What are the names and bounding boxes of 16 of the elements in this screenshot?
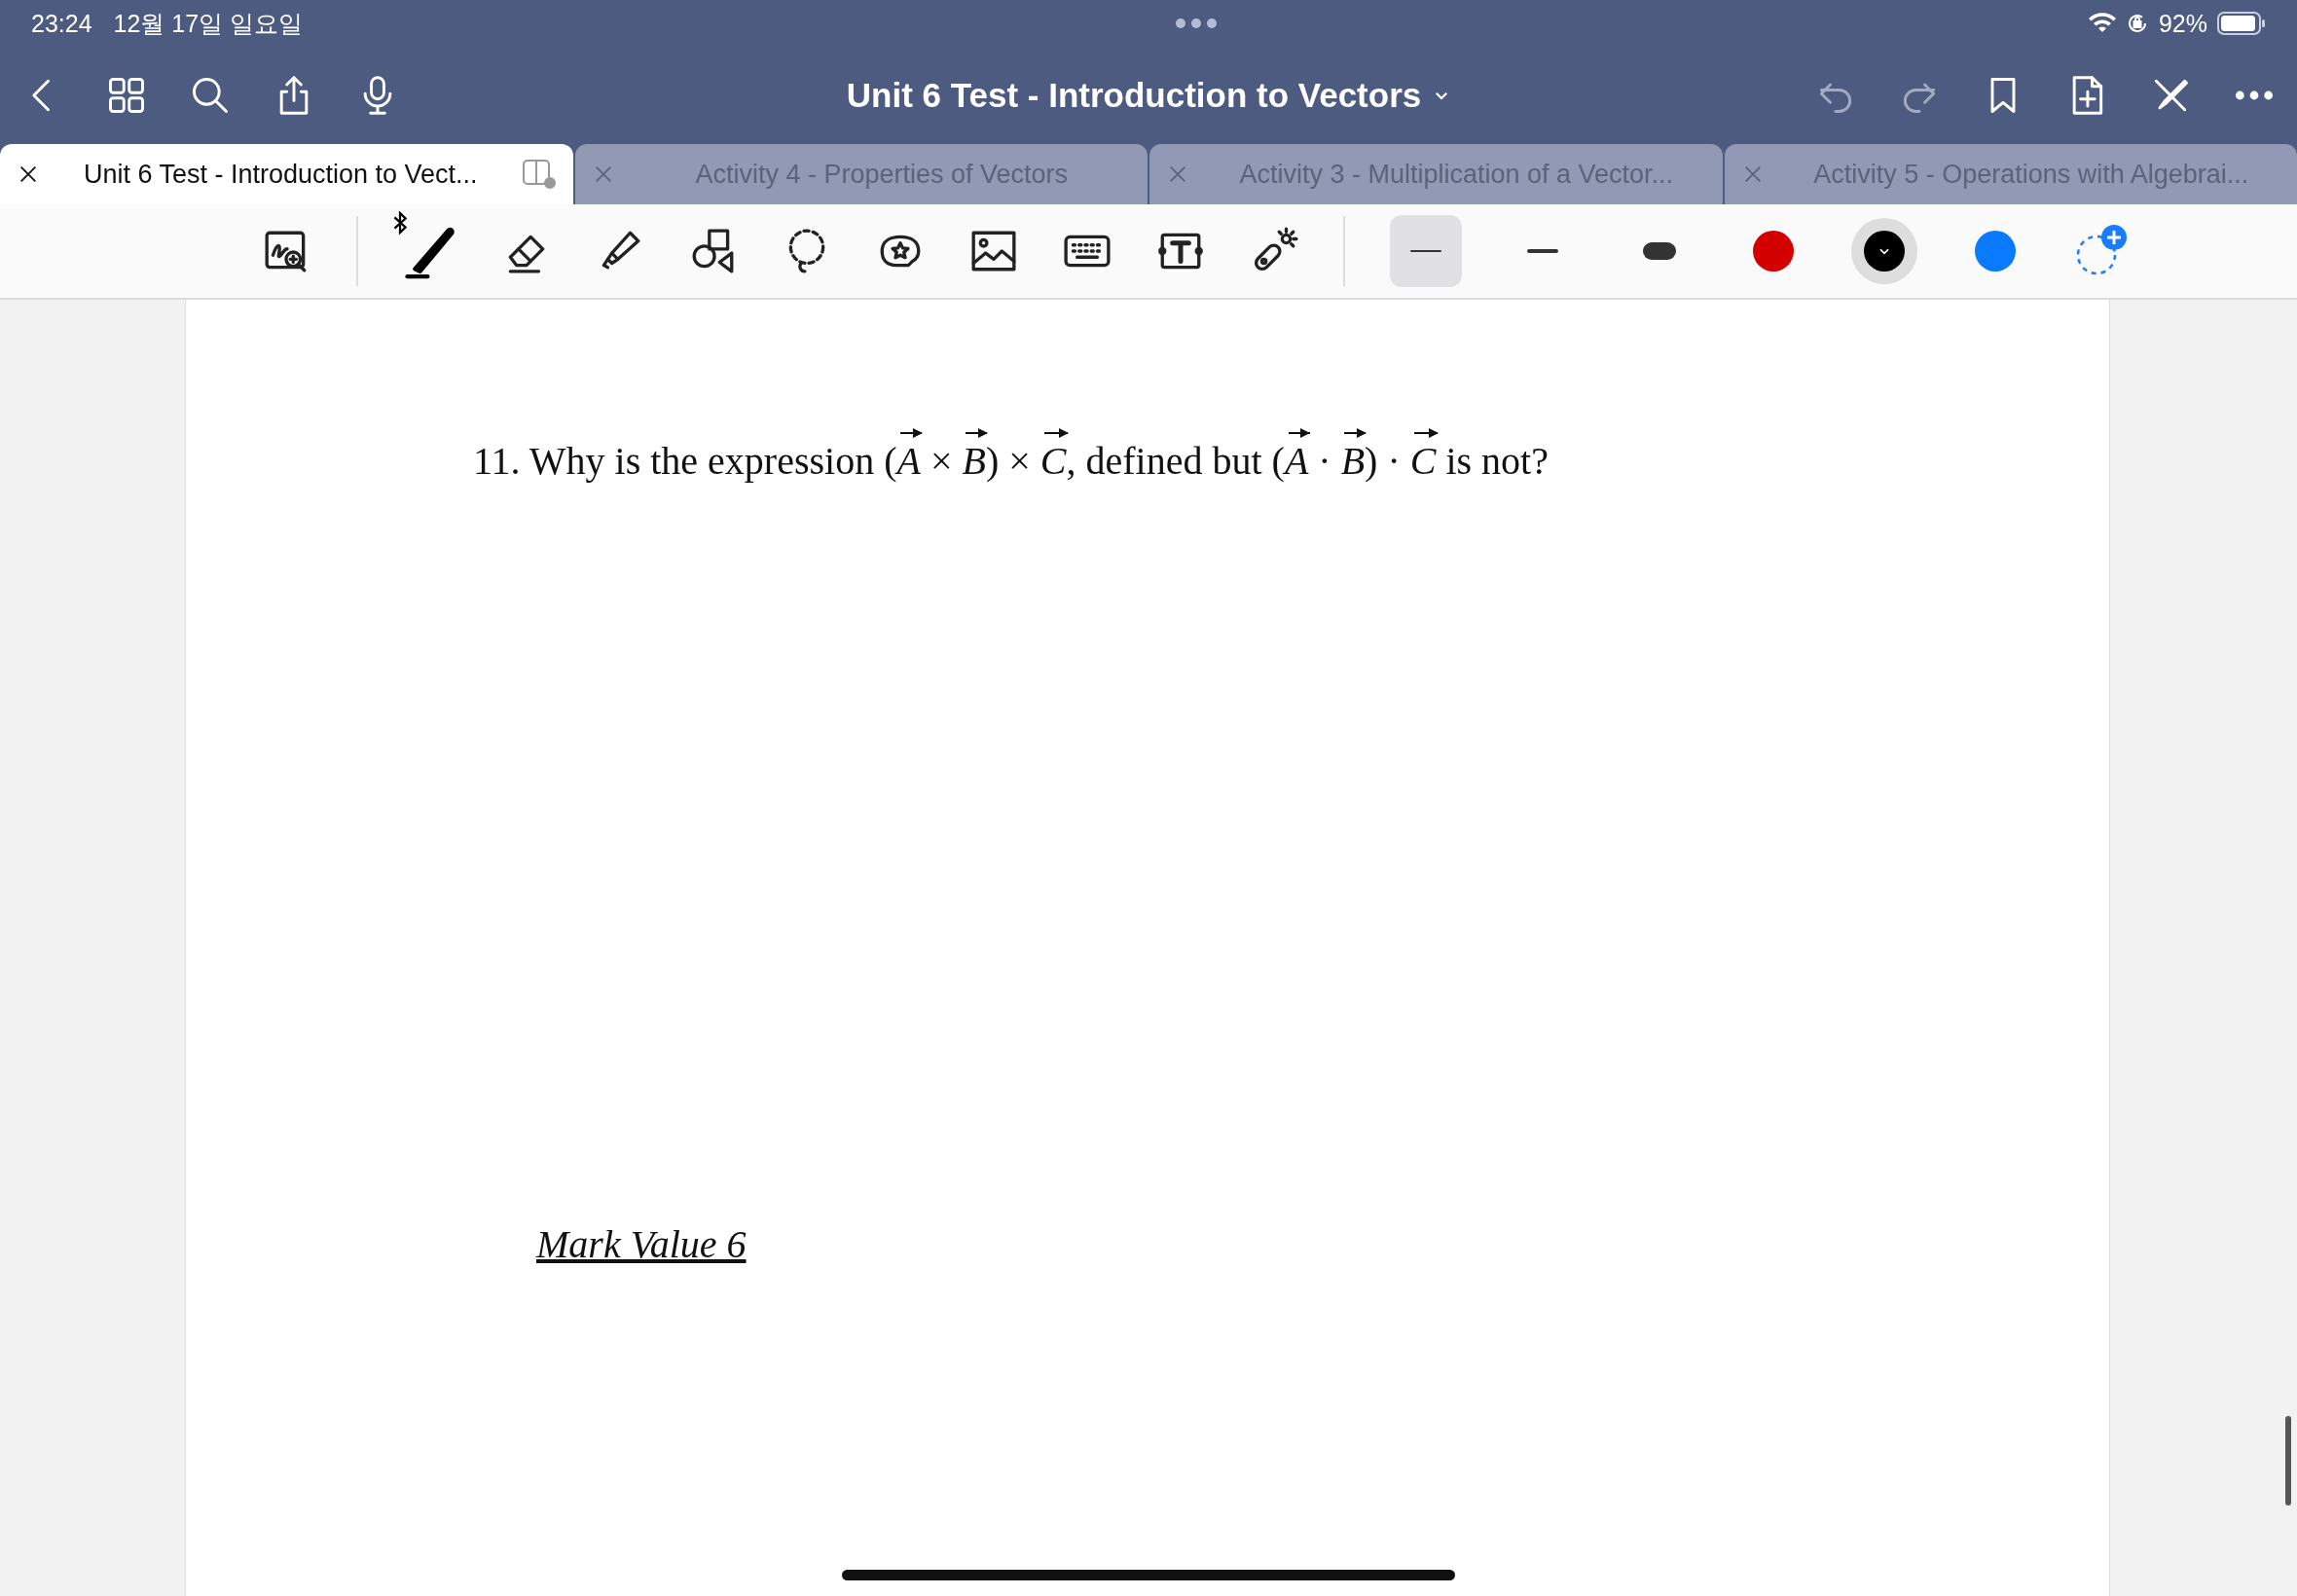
close-icon[interactable] <box>18 163 39 185</box>
split-view-icon[interactable] <box>522 160 556 189</box>
status-date: 12월 17일 일요일 <box>113 8 304 39</box>
battery-icon <box>2217 12 2266 35</box>
multitasking-dots-icon[interactable] <box>1174 18 1218 29</box>
document-title[interactable]: Unit 6 Test - Introduction to Vectors <box>846 76 1451 115</box>
document-tab[interactable]: Activity 5 - Operations with Algebrai... <box>1724 144 2297 204</box>
battery-percent: 92% <box>2158 9 2207 38</box>
mark-value-text: Mark Value 6 <box>536 1221 747 1267</box>
document-tab[interactable]: Activity 4 - Properties of Vectors <box>574 144 1148 204</box>
document-tab[interactable]: Activity 3 - Multiplication of a Vector... <box>1149 144 1723 204</box>
question-text: 11. Why is the expression (A × B) × C, defined but (A · B) · C is not? <box>473 424 1549 487</box>
document-tab[interactable]: Unit 6 Test - Introduction to Vect... <box>0 144 573 204</box>
bluetooth-icon <box>392 210 408 236</box>
status-time: 23:24 <box>31 9 92 38</box>
wifi-icon <box>2088 13 2116 34</box>
